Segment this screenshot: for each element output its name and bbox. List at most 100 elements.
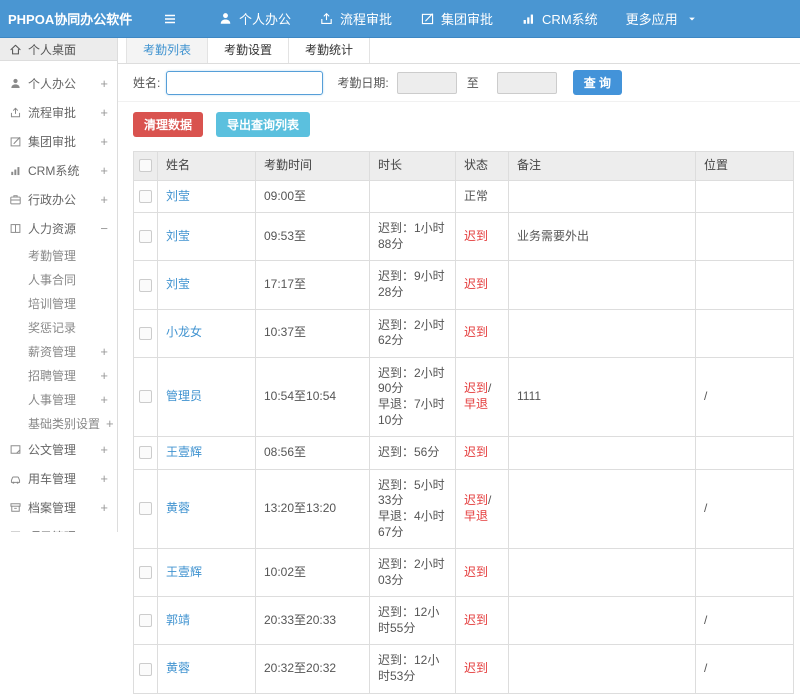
location-cell: / [695,644,794,694]
sidebar-item-label: 基础类别设置 [28,416,101,431]
expand-plus-icon[interactable]: + [100,344,111,359]
sidebar-item[interactable]: 人事合同 [0,267,117,291]
nav-item-label: 集团审批 [441,12,494,27]
row-checkbox[interactable] [139,662,152,676]
employee-name-link[interactable]: 刘莹 [166,189,190,203]
sidebar-item-label: 行政办公 [28,193,77,207]
duration-cell: 迟到：2小时62分 [369,308,456,358]
column-header: 考勤时间 [255,151,370,181]
expand-plus-icon[interactable]: + [100,134,111,149]
status-cell: 正常 [455,179,509,214]
book-icon [10,224,21,233]
expand-plus-icon[interactable]: + [100,163,111,178]
date-to-input[interactable] [496,71,557,94]
nav-item[interactable]: 流程审批 [305,0,406,37]
table-row: 黄蓉 20:32至20:32 迟到：12小时53分 迟到 / [133,644,794,694]
sidebar-item[interactable]: 人事管理 + [0,387,117,411]
status-cell: 迟到 [455,212,509,262]
filter-form: 姓名: 考勤日期: 至 查 询 [118,64,800,102]
user-icon [220,13,231,24]
sidebar-item[interactable]: 项目管理+ [0,522,117,532]
sidebar-item[interactable]: 基础类别设置 + [0,411,117,435]
duration-cell: 迟到：5小时33分 早退：4小时67分 [369,468,456,550]
status-cell: 迟到 [455,260,509,310]
duration-cell [369,179,456,214]
attendance-time-cell: 13:20至13:20 [255,468,370,550]
row-checkbox[interactable] [139,278,152,292]
expand-plus-icon[interactable]: + [100,442,111,457]
employee-name-link[interactable]: 郭靖 [166,613,190,627]
sidebar-item[interactable]: 个人办公 + [0,69,117,98]
user-icon [11,78,20,89]
employee-name-link[interactable]: 刘莹 [166,277,190,291]
location-cell: / [695,596,794,646]
chart-icon [11,167,20,176]
sidebar-item[interactable]: 公文管理 + [0,435,117,464]
clean-data-button[interactable]: 清理数据 [133,112,204,137]
nav-item[interactable]: CRM系统 [507,0,612,37]
expand-plus-icon[interactable]: + [100,500,111,515]
sidebar-item[interactable]: 人力资源 − [0,214,117,243]
employee-name-link[interactable]: 刘莹 [166,229,190,243]
nav-item-label: 流程审批 [340,12,393,27]
export-list-button[interactable]: 导出查询列表 [216,112,311,137]
location-cell [695,436,794,470]
column-header: 状态 [455,151,509,181]
row-checkbox[interactable] [139,326,152,340]
nav-item[interactable]: 集团审批 [406,0,507,37]
sidebar-item[interactable]: 招聘管理 + [0,363,117,387]
search-button[interactable]: 查 询 [572,70,623,95]
sidebar-item[interactable]: 个人桌面 [0,38,117,61]
nav-item[interactable]: 个人办公 [204,0,305,37]
expand-plus-icon[interactable]: + [100,392,111,407]
app-logo: PHPOA协同办公软件 [8,12,133,27]
name-input[interactable] [166,70,324,95]
employee-name-link[interactable]: 黄蓉 [166,661,190,675]
tab-item[interactable]: 考勤统计 [289,38,371,63]
employee-name-link[interactable]: 小龙女 [166,325,202,339]
row-checkbox[interactable] [139,390,152,404]
duration-cell: 迟到：1小时88分 [369,212,456,262]
select-all-checkbox[interactable] [139,159,152,173]
menu-icon[interactable] [162,11,178,27]
expand-plus-icon[interactable]: + [100,192,111,207]
sidebar-item-label: 培训管理 [28,296,77,311]
row-checkbox[interactable] [139,446,152,460]
expand-plus-icon[interactable]: + [106,416,117,431]
attendance-time-cell: 10:37至 [255,308,370,358]
row-checkbox[interactable] [139,189,152,203]
tab-active[interactable]: 考勤列表 [126,38,209,63]
employee-name-link[interactable]: 王壹辉 [166,565,202,579]
employee-name-link[interactable]: 管理员 [166,389,202,403]
attendance-time-cell: 10:02至 [255,548,370,598]
tab-item[interactable]: 考勤设置 [208,38,290,63]
sidebar-item[interactable]: 薪资管理 + [0,339,117,363]
expand-plus-icon[interactable]: + [100,76,111,91]
row-checkbox[interactable] [139,230,152,244]
sidebar-item[interactable]: 用车管理 + [0,464,117,493]
row-checkbox[interactable] [139,502,152,516]
sidebar-item[interactable]: CRM系统 + [0,156,117,185]
employee-name-link[interactable]: 黄蓉 [166,501,190,515]
sidebar-item[interactable]: 行政办公 + [0,185,117,214]
location-cell [695,260,794,310]
sidebar-item[interactable]: 档案管理 + [0,493,117,522]
expand-plus-icon[interactable]: + [100,105,111,120]
collapse-minus-icon[interactable]: − [100,221,111,236]
sidebar-item-label: 人力资源 [28,222,77,236]
sidebar-item[interactable]: 培训管理 [0,291,117,315]
expand-plus-icon[interactable]: + [100,368,111,383]
table-row: 管理员 10:54至10:54 迟到：2小时90分 早退：7小时10分 迟到/早退 111… [133,356,794,438]
sidebar-item[interactable]: 流程审批 + [0,98,117,127]
nav-item[interactable]: 更多应用 [612,0,712,37]
row-checkbox[interactable] [139,614,152,628]
sidebar-item[interactable]: 考勤管理 [0,243,117,267]
row-checkbox[interactable] [139,566,152,580]
expand-plus-icon[interactable]: + [100,471,111,486]
employee-name-link[interactable]: 王壹辉 [166,445,202,459]
date-from-input[interactable] [396,71,457,94]
sidebar-item[interactable]: 集团审批 + [0,127,117,156]
table-row: 刘莹 17:17至 迟到：9小时28分 迟到 [133,260,794,310]
chart-icon [523,14,534,24]
sidebar-item[interactable]: 奖惩记录 [0,315,117,339]
